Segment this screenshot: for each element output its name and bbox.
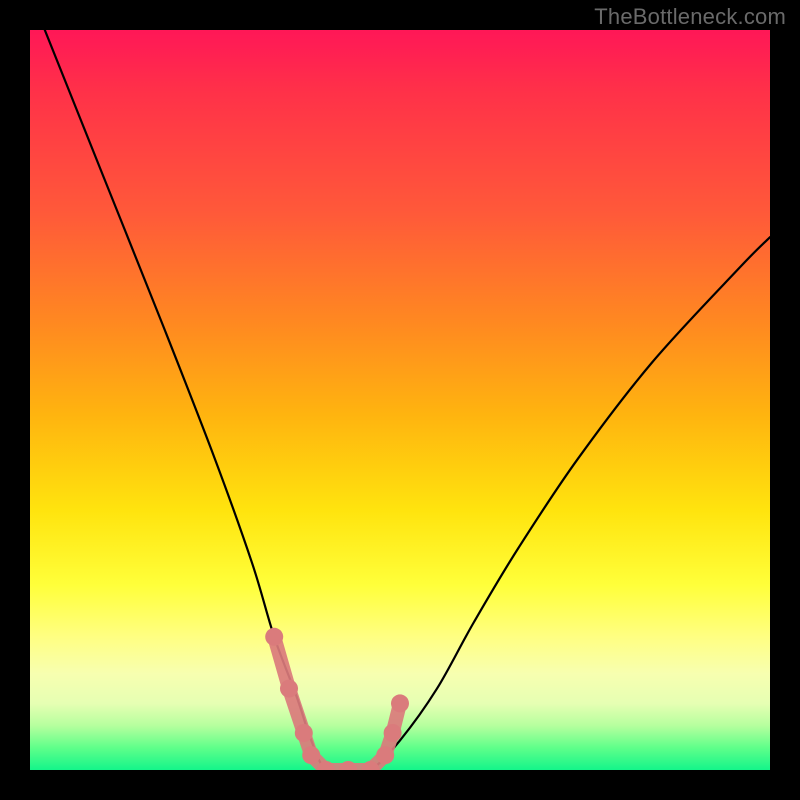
band-dot [384, 724, 402, 742]
band-dot [376, 746, 394, 764]
plot-area [30, 30, 770, 770]
watermark-label: TheBottleneck.com [594, 4, 786, 30]
band-dot [280, 680, 298, 698]
curve-layer [30, 30, 770, 770]
chart-frame: TheBottleneck.com [0, 0, 800, 800]
band-dot [265, 628, 283, 646]
band-dot [391, 694, 409, 712]
band-dot [302, 746, 320, 764]
band-dot [295, 724, 313, 742]
band-dot [339, 761, 357, 770]
bottleneck-curve-path [45, 30, 770, 770]
